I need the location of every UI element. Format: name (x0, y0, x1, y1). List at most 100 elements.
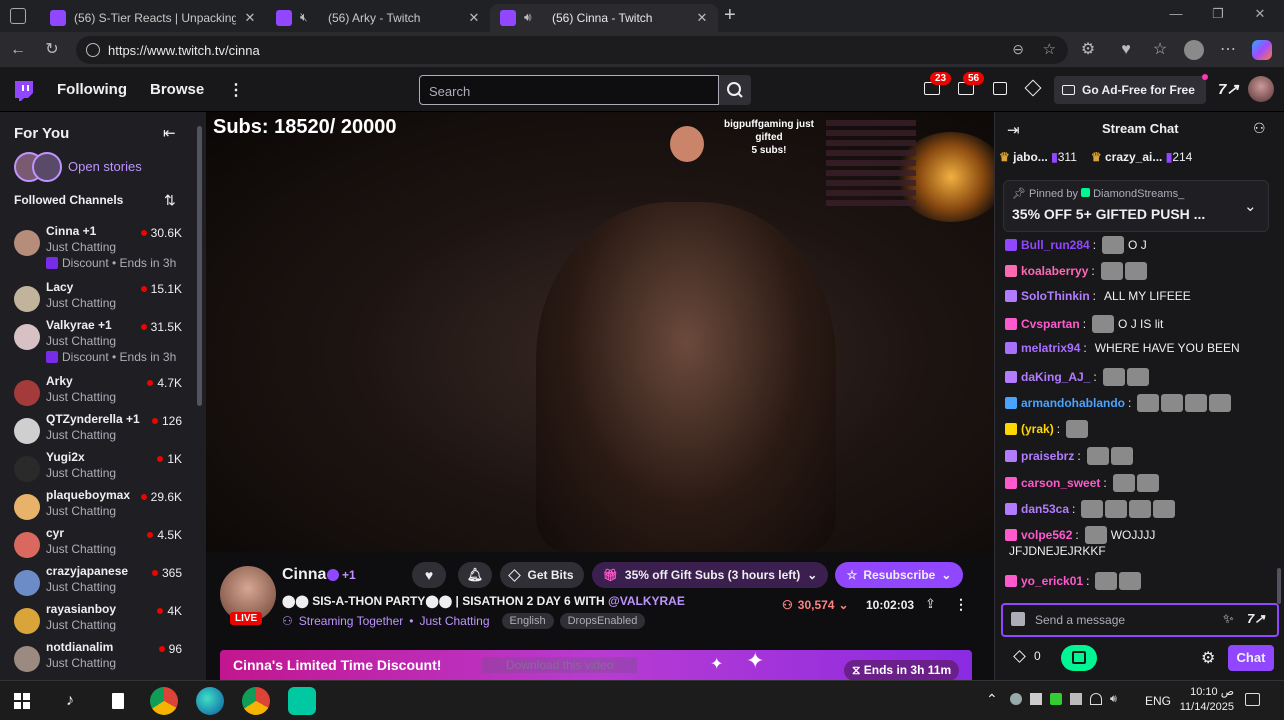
channel-item-rayasianboy[interactable]: rayasianboy Just Chatting 4K (0, 602, 196, 640)
notification-center-icon[interactable] (1245, 693, 1260, 706)
chat-username[interactable]: praisebrz (1021, 449, 1074, 463)
restore-icon[interactable]: ❐ (1204, 6, 1232, 26)
chat-emote[interactable] (1110, 447, 1133, 465)
channel-points[interactable]: 0 (1013, 649, 1041, 663)
chat-emote[interactable] (1119, 572, 1142, 590)
gift-subs-button[interactable]: 🎁︎ 35% off Gift Subs (3 hours left) ⌄ (592, 562, 828, 588)
sidebar-scrollbar[interactable] (197, 126, 202, 406)
notification-bell-button[interactable]: 🔔︎ (458, 562, 492, 588)
tag-drops-enabled[interactable]: DropsEnabled (559, 613, 646, 629)
channel-item-notdianalim[interactable]: notdianalim Just Chatting 96 (0, 640, 196, 678)
channel-item-crazyjapanese[interactable]: crazyjapanese Just Chatting 365 (0, 564, 196, 602)
search-input[interactable]: Search (419, 75, 719, 105)
chat-bubble-icon[interactable] (993, 82, 1007, 95)
start-windows-icon[interactable] (14, 693, 30, 709)
chat-emote[interactable] (1129, 500, 1152, 518)
chat-emote[interactable] (1086, 447, 1109, 465)
chat-emote[interactable] (1092, 315, 1115, 333)
channel-item-cyr[interactable]: cyr Just Chatting 4.5K (0, 526, 196, 564)
turbo-icon[interactable]: 7↗ (1218, 80, 1239, 98)
channel-points-button[interactable] (1061, 645, 1097, 671)
chat-emote[interactable] (1081, 500, 1104, 518)
streaming-together-link[interactable]: Streaming Together (299, 614, 404, 628)
channel-item-plaqueboymax[interactable]: plaqueboymax Just Chatting 29.6K (0, 488, 196, 526)
go-ad-free-button[interactable]: Go Ad-Free for Free (1054, 76, 1206, 104)
zoom-icon[interactable]: ⊖ (1012, 41, 1024, 58)
chat-emote[interactable] (1185, 394, 1208, 412)
profile-avatar[interactable] (1184, 40, 1204, 60)
chat-username[interactable]: SoloThinkin (1021, 289, 1090, 303)
get-bits-button[interactable]: Get Bits (500, 562, 584, 588)
chat-emote[interactable] (1126, 368, 1149, 386)
muted-speaker-icon[interactable]: 🔇︎ (300, 10, 320, 26)
chat-emote[interactable] (1084, 526, 1107, 544)
chat-username[interactable]: volpe562 (1021, 528, 1072, 542)
more-menu-icon[interactable]: ⋯ (1218, 40, 1238, 60)
more-options-icon[interactable]: ⋮ (228, 80, 244, 100)
chat-emote[interactable] (1102, 368, 1125, 386)
chat-scrollbar[interactable] (1277, 568, 1281, 604)
channel-item-cinna[interactable]: Cinna +1 Just Chatting 30.6K Discount • … (0, 224, 196, 278)
input-language[interactable]: ENG (1145, 694, 1171, 708)
site-info-icon[interactable] (86, 43, 100, 57)
tiktok-app-icon[interactable]: ♪ (56, 687, 84, 715)
community-icon[interactable]: ⚇ (1253, 120, 1266, 137)
browser-tab-1[interactable]: (56) S-Tier Reacts | Unpacking Dra ✕ (40, 4, 266, 32)
refresh-icon[interactable]: ↻ (42, 40, 62, 60)
follow-heart-button[interactable]: ♥ (412, 562, 446, 588)
chat-username[interactable]: koalaberryy (1021, 264, 1088, 278)
chat-emote[interactable] (1066, 420, 1089, 438)
chat-username[interactable]: carson_sweet (1021, 476, 1100, 490)
chat-username[interactable]: armandohablando (1021, 396, 1125, 410)
favorites-icon[interactable]: ☆ (1150, 40, 1170, 60)
nav-following[interactable]: Following (57, 81, 127, 98)
copilot-icon[interactable] (1252, 40, 1272, 60)
leader-entry[interactable]: ♛ jabo... ▮311 (999, 150, 1077, 164)
bits-diamond-icon[interactable] (1024, 79, 1042, 97)
url-field[interactable]: https://www.twitch.tv/cinna ⊖ ☆ (76, 36, 1068, 64)
chat-emote[interactable] (1095, 572, 1118, 590)
pinned-message[interactable]: 📌︎ Pinned by DiamondStreams_ 35% OFF 5+ … (1003, 180, 1269, 232)
streamer-name[interactable]: Cinna (282, 566, 326, 584)
browser-tab-3-active[interactable]: 🔊︎ (56) Cinna - Twitch ✕ (490, 4, 718, 32)
chrome-app-icon[interactable] (242, 687, 270, 715)
chat-send-button[interactable]: Chat (1228, 645, 1274, 671)
channel-item-valkyrae[interactable]: Valkyrae +1 Just Chatting 31.5K Discount… (0, 318, 196, 372)
chat-emote[interactable] (1124, 262, 1147, 280)
close-tab-icon[interactable]: ✕ (468, 10, 480, 26)
channel-item-arky[interactable]: Arky Just Chatting 4.7K (0, 374, 196, 412)
leader-entry[interactable]: ♛ crazy_ai... ▮214 (1091, 150, 1192, 164)
resubscribe-button[interactable]: ☆ Resubscribe ⌄ (835, 562, 963, 588)
sparkle-icon[interactable]: ✨︎ (1223, 611, 1234, 627)
chat-username[interactable]: Cvspartan (1021, 317, 1080, 331)
collapse-sidebar-icon[interactable]: ⇤ (163, 124, 176, 142)
chat-emote[interactable] (1112, 474, 1135, 492)
chat-username[interactable]: daKing_AJ_ (1021, 370, 1090, 384)
sort-icon[interactable]: ⇅ (164, 192, 176, 209)
chat-emote[interactable] (1102, 236, 1125, 254)
user-avatar[interactable] (1248, 76, 1274, 102)
new-tab-icon[interactable]: + (724, 4, 736, 27)
category-link[interactable]: Just Chatting (419, 614, 489, 628)
tab-actions-icon[interactable] (10, 8, 26, 24)
chat-username[interactable]: yo_erick01 (1021, 574, 1083, 588)
mention-link[interactable]: @VALKYRAE (608, 594, 685, 608)
close-tab-icon[interactable]: ✕ (696, 10, 708, 26)
chat-username[interactable]: dan53ca (1021, 502, 1069, 516)
video-player[interactable]: Subs: 18520/ 20000 bigpuffgaming just gi… (206, 112, 994, 552)
close-tab-icon[interactable]: ✕ (244, 10, 256, 26)
chat-username[interactable]: melatrix94 (1021, 341, 1080, 355)
chat-emote[interactable] (1136, 474, 1159, 492)
close-window-icon[interactable]: ✕ (1246, 6, 1274, 26)
discount-banner[interactable]: Cinna's Limited Time Discount! Download … (220, 648, 972, 681)
twitch-logo-icon[interactable] (12, 79, 36, 103)
chat-input[interactable]: Send a message ✨︎ 7↗ (1001, 603, 1279, 637)
back-icon[interactable]: ← (8, 40, 28, 60)
chat-emote[interactable] (1137, 394, 1160, 412)
chat-settings-icon[interactable]: ⚙ (1201, 648, 1215, 668)
clock[interactable]: 10:10 ص 11/14/2025 (1176, 685, 1234, 713)
chrome-app-icon[interactable] (150, 687, 178, 715)
edge-app-icon[interactable] (196, 687, 224, 715)
show-hidden-icons-chevron[interactable]: ⌃ (986, 691, 998, 708)
favorite-star-icon[interactable]: ☆ (1043, 40, 1056, 58)
